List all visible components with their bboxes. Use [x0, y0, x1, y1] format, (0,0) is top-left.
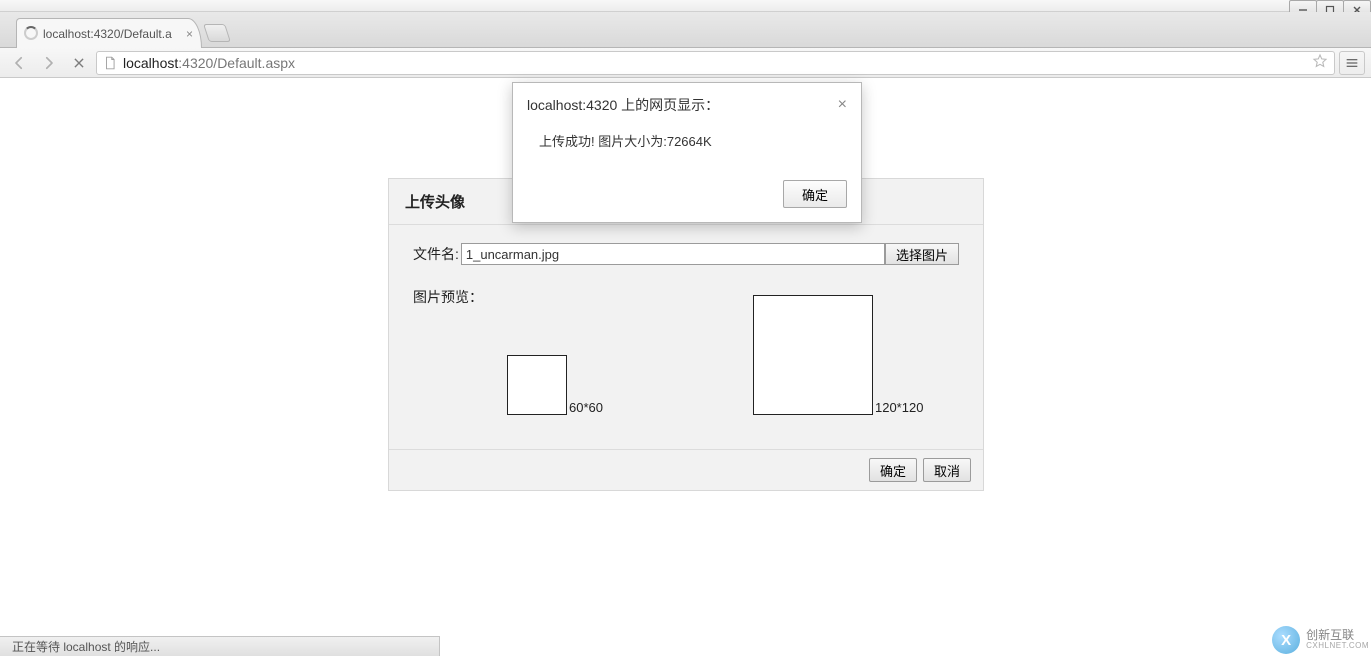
watermark-logo-icon	[1272, 626, 1300, 654]
upload-avatar-panel: 上传头像 文件名: 选择图片 图片预览： 60*60 120*120	[388, 178, 984, 491]
alert-ok-button[interactable]: 确定	[783, 180, 847, 208]
preview-size-60: 60*60	[569, 400, 603, 415]
preview-label: 图片预览：	[413, 287, 483, 307]
bookmark-star-icon[interactable]	[1312, 53, 1328, 72]
url-host: localhost	[123, 55, 178, 71]
browser-toolbar: localhost:4320/Default.aspx	[0, 48, 1371, 78]
select-image-button[interactable]: 选择图片	[885, 243, 959, 265]
status-text: 正在等待 localhost 的响应...	[0, 636, 440, 656]
new-tab-button[interactable]	[203, 24, 231, 42]
preview-large: 120*120	[753, 295, 923, 415]
alert-message: 上传成功! 图片大小为:72664K	[513, 121, 861, 170]
status-bar: 正在等待 localhost 的响应... 创新互联 CXHLNET.COM	[0, 636, 1371, 656]
tab-title: localhost:4320/Default.a	[43, 27, 172, 41]
alert-close-icon[interactable]: ×	[838, 96, 847, 114]
alert-title: localhost:4320 上的网页显示：	[527, 95, 719, 115]
forward-button[interactable]	[36, 50, 62, 76]
preview-box-120	[753, 295, 873, 415]
back-button[interactable]	[6, 50, 32, 76]
javascript-alert: localhost:4320 上的网页显示： × 上传成功! 图片大小为:726…	[512, 82, 862, 223]
address-bar[interactable]: localhost:4320/Default.aspx	[96, 51, 1335, 75]
preview-small: 60*60	[507, 355, 603, 415]
panel-confirm-button[interactable]: 确定	[869, 458, 917, 482]
stop-button[interactable]	[66, 50, 92, 76]
browser-tab[interactable]: localhost:4320/Default.a ×	[16, 18, 202, 48]
filename-input[interactable]	[461, 243, 885, 265]
panel-cancel-button[interactable]: 取消	[923, 458, 971, 482]
page-viewport: localhost:4320 上的网页显示： × 上传成功! 图片大小为:726…	[0, 78, 1371, 636]
filename-label: 文件名:	[413, 244, 459, 264]
window-titlebar	[0, 0, 1371, 12]
chrome-menu-button[interactable]	[1339, 51, 1365, 75]
browser-tabstrip: localhost:4320/Default.a ×	[0, 12, 1371, 48]
preview-size-120: 120*120	[875, 400, 923, 415]
loading-spinner-icon	[24, 26, 38, 40]
watermark-sub: CXHLNET.COM	[1306, 642, 1369, 651]
url-path: :4320/Default.aspx	[178, 55, 295, 71]
preview-box-60	[507, 355, 567, 415]
page-icon	[103, 56, 117, 70]
watermark: 创新互联 CXHLNET.COM	[1272, 626, 1369, 654]
tab-close-icon[interactable]: ×	[186, 27, 193, 41]
